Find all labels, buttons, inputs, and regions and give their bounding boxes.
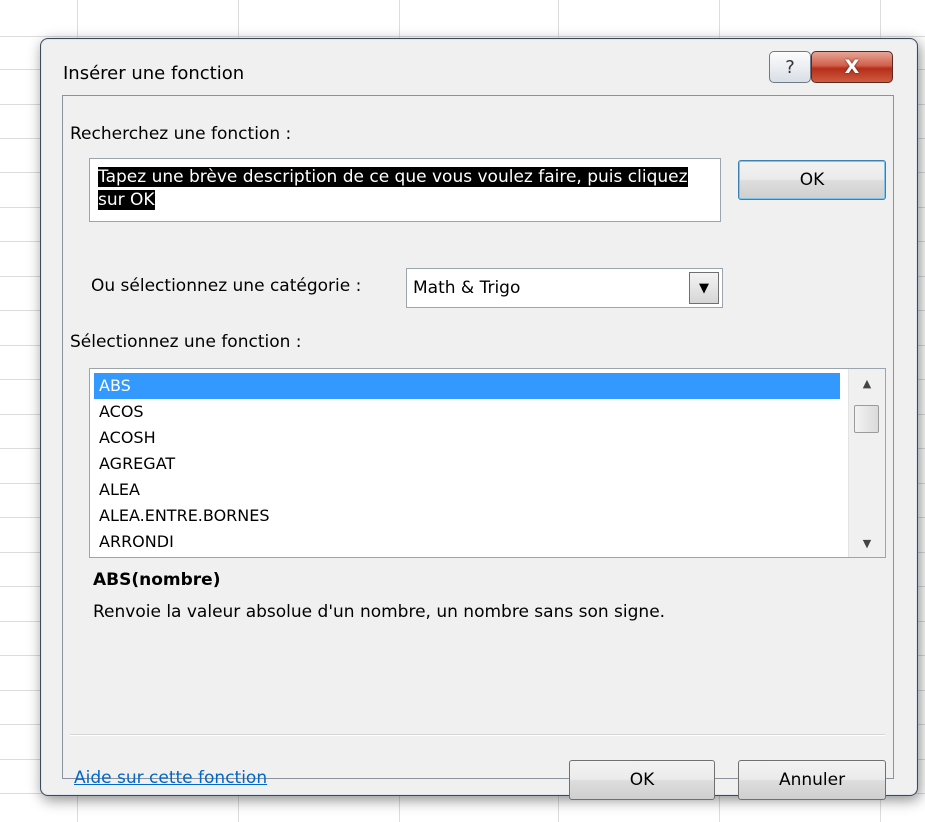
search-ok-label: OK bbox=[799, 170, 825, 190]
function-list-label: Sélectionnez une fonction : bbox=[70, 332, 302, 352]
category-label: Ou sélectionnez une catégorie : bbox=[91, 276, 362, 296]
chevron-down-icon: ▼ bbox=[699, 280, 709, 296]
dialog-body: Recherchez une fonction : Tapez une brèv… bbox=[62, 95, 894, 800]
list-item[interactable]: ARRONDI bbox=[94, 529, 840, 555]
help-button[interactable]: ? bbox=[769, 51, 811, 83]
vertical-scrollbar[interactable]: ▲ ▼ bbox=[848, 369, 885, 557]
function-listbox[interactable]: ABS ACOS ACOSH AGREGAT ALEA ALEA.ENTRE.B… bbox=[89, 368, 886, 558]
question-icon: ? bbox=[785, 56, 795, 78]
insert-function-dialog: Insérer une fonction ? X Recherchez une … bbox=[40, 38, 918, 800]
search-input[interactable]: Tapez une brève description de ce que vo… bbox=[89, 158, 721, 222]
cancel-button-label: Annuler bbox=[778, 770, 846, 790]
close-button[interactable]: X bbox=[811, 51, 893, 83]
list-item[interactable]: ALEA bbox=[94, 477, 840, 503]
ok-button-label: OK bbox=[629, 770, 655, 790]
cancel-button[interactable]: Annuler bbox=[738, 760, 886, 800]
dropdown-arrow-button[interactable]: ▼ bbox=[689, 272, 719, 304]
close-icon: X bbox=[844, 56, 860, 78]
ok-button[interactable]: OK bbox=[569, 760, 715, 800]
scroll-thumb[interactable] bbox=[854, 405, 879, 433]
function-list: ABS ACOS ACOSH AGREGAT ALEA ALEA.ENTRE.B… bbox=[94, 373, 840, 555]
list-item[interactable]: ALEA.ENTRE.BORNES bbox=[94, 503, 840, 529]
list-item[interactable]: ABS bbox=[94, 373, 840, 399]
search-label: Recherchez une fonction : bbox=[70, 124, 292, 144]
title-bar[interactable]: Insérer une fonction ? X bbox=[41, 39, 917, 99]
function-syntax: ABS(nombre) bbox=[93, 570, 221, 590]
category-select[interactable]: Math & Trigo ▼ bbox=[406, 268, 723, 308]
separator bbox=[70, 734, 885, 736]
category-value: Math & Trigo bbox=[413, 278, 521, 298]
scroll-down-icon[interactable]: ▼ bbox=[849, 529, 885, 557]
scroll-up-icon[interactable]: ▲ bbox=[849, 369, 885, 397]
search-ok-button[interactable]: OK bbox=[738, 160, 886, 200]
function-description: Renvoie la valeur absolue d'un nombre, u… bbox=[93, 602, 666, 622]
search-input-text: Tapez une brève description de ce que vo… bbox=[98, 167, 688, 210]
list-item[interactable]: AGREGAT bbox=[94, 451, 840, 477]
list-item[interactable]: ACOS bbox=[94, 399, 840, 425]
list-item[interactable]: ACOSH bbox=[94, 425, 840, 451]
dialog-title: Insérer une fonction bbox=[63, 63, 245, 84]
function-help-link[interactable]: Aide sur cette fonction bbox=[74, 768, 267, 788]
